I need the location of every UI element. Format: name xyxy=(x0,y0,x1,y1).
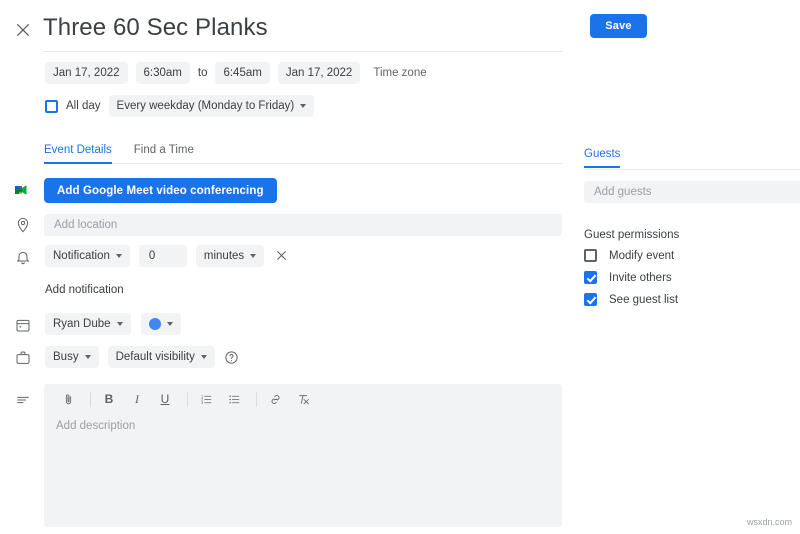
chevron-down-icon xyxy=(167,322,173,326)
description-editor[interactable]: B I U 1 2 3 xyxy=(44,384,562,527)
permission-modify-event[interactable]: Modify event xyxy=(584,249,678,262)
briefcase-icon xyxy=(14,349,32,367)
bulleted-list-icon[interactable] xyxy=(222,388,246,410)
attach-icon[interactable] xyxy=(56,388,80,410)
permission-label: Invite others xyxy=(609,272,672,284)
see-guest-list-checkbox[interactable] xyxy=(584,293,597,306)
calendar-owner-label: Ryan Dube xyxy=(53,318,111,330)
calendar-icon xyxy=(14,316,32,334)
chevron-down-icon xyxy=(85,355,91,359)
svg-text:3: 3 xyxy=(201,400,203,404)
event-tabs: Event Details Find a Time xyxy=(44,144,562,164)
chevron-down-icon xyxy=(201,355,207,359)
end-time-chip[interactable]: 6:45am xyxy=(215,62,269,84)
save-button[interactable]: Save xyxy=(590,14,647,38)
schedule-row: Jan 17, 2022 6:30am to 6:45am Jan 17, 20… xyxy=(45,62,427,84)
notification-unit-dropdown[interactable]: minutes xyxy=(196,245,264,267)
chevron-down-icon xyxy=(116,254,122,258)
link-icon[interactable] xyxy=(263,388,287,410)
bell-icon xyxy=(14,248,32,266)
description-toolbar: B I U 1 2 3 xyxy=(44,384,562,414)
guests-tab-bar: Guests xyxy=(584,144,800,170)
guest-permissions-title: Guest permissions xyxy=(584,229,679,241)
add-notification-button[interactable]: Add notification xyxy=(45,284,124,296)
bold-icon[interactable]: B xyxy=(97,388,121,410)
color-swatch-icon xyxy=(149,318,161,330)
description-placeholder[interactable]: Add description xyxy=(44,414,562,432)
tab-guests[interactable]: Guests xyxy=(584,148,620,160)
recurrence-label: Every weekday (Monday to Friday) xyxy=(117,100,295,112)
remove-notification-icon[interactable] xyxy=(275,249,289,263)
location-input[interactable]: Add location xyxy=(44,214,562,236)
start-date-chip[interactable]: Jan 17, 2022 xyxy=(45,62,128,84)
recurrence-dropdown[interactable]: Every weekday (Monday to Friday) xyxy=(109,95,315,117)
all-day-row: All day Every weekday (Monday to Friday) xyxy=(45,95,314,117)
permission-invite-others[interactable]: Invite others xyxy=(584,271,678,284)
event-title-input[interactable]: Three 60 Sec Planks xyxy=(43,13,563,52)
add-guests-input[interactable]: Add guests xyxy=(584,181,800,203)
remove-formatting-icon[interactable] xyxy=(291,388,315,410)
availability-label: Busy xyxy=(53,351,79,363)
event-editor-page: Three 60 Sec Planks Save Jan 17, 2022 6:… xyxy=(0,0,800,534)
start-time-chip[interactable]: 6:30am xyxy=(136,62,190,84)
underline-icon[interactable]: U xyxy=(153,388,177,410)
guest-permissions-list: Modify event Invite others See guest lis… xyxy=(584,249,678,306)
visibility-dropdown[interactable]: Default visibility xyxy=(108,346,215,368)
description-lines-icon xyxy=(14,391,32,409)
tab-event-details[interactable]: Event Details xyxy=(44,144,112,156)
add-google-meet-button[interactable]: Add Google Meet video conferencing xyxy=(44,178,277,203)
tab-find-a-time[interactable]: Find a Time xyxy=(134,144,194,156)
all-day-label: All day xyxy=(66,100,101,112)
permission-label: See guest list xyxy=(609,294,678,306)
toolbar-divider xyxy=(256,392,257,407)
calendar-row: Ryan Dube xyxy=(45,313,181,335)
notification-type-dropdown[interactable]: Notification xyxy=(45,245,130,267)
modify-event-checkbox[interactable] xyxy=(584,249,597,262)
availability-dropdown[interactable]: Busy xyxy=(45,346,99,368)
availability-row: Busy Default visibility xyxy=(45,346,239,368)
permission-see-guest-list[interactable]: See guest list xyxy=(584,293,678,306)
end-date-chip[interactable]: Jan 17, 2022 xyxy=(278,62,361,84)
close-icon[interactable] xyxy=(10,17,36,43)
google-meet-icon xyxy=(14,183,30,197)
event-color-dropdown[interactable] xyxy=(141,313,181,335)
invite-others-checkbox[interactable] xyxy=(584,271,597,284)
notification-type-label: Notification xyxy=(53,250,110,262)
watermark: wsxdn.com xyxy=(747,517,792,527)
chevron-down-icon xyxy=(117,322,123,326)
notification-row: Notification 0 minutes xyxy=(45,245,289,267)
italic-icon[interactable]: I xyxy=(125,388,149,410)
permission-label: Modify event xyxy=(609,250,674,262)
chevron-down-icon xyxy=(250,254,256,258)
notification-value-input[interactable]: 0 xyxy=(139,245,187,267)
visibility-label: Default visibility xyxy=(116,351,195,363)
notification-unit-label: minutes xyxy=(204,250,244,262)
calendar-owner-dropdown[interactable]: Ryan Dube xyxy=(45,313,131,335)
chevron-down-icon xyxy=(300,104,306,108)
time-zone-button[interactable]: Time zone xyxy=(373,67,426,79)
toolbar-divider xyxy=(187,392,188,407)
toolbar-divider xyxy=(90,392,91,407)
to-label: to xyxy=(198,67,208,79)
help-circle-icon[interactable] xyxy=(224,350,239,365)
location-pin-icon xyxy=(14,216,32,234)
all-day-checkbox[interactable] xyxy=(45,100,58,113)
numbered-list-icon[interactable]: 1 2 3 xyxy=(194,388,218,410)
